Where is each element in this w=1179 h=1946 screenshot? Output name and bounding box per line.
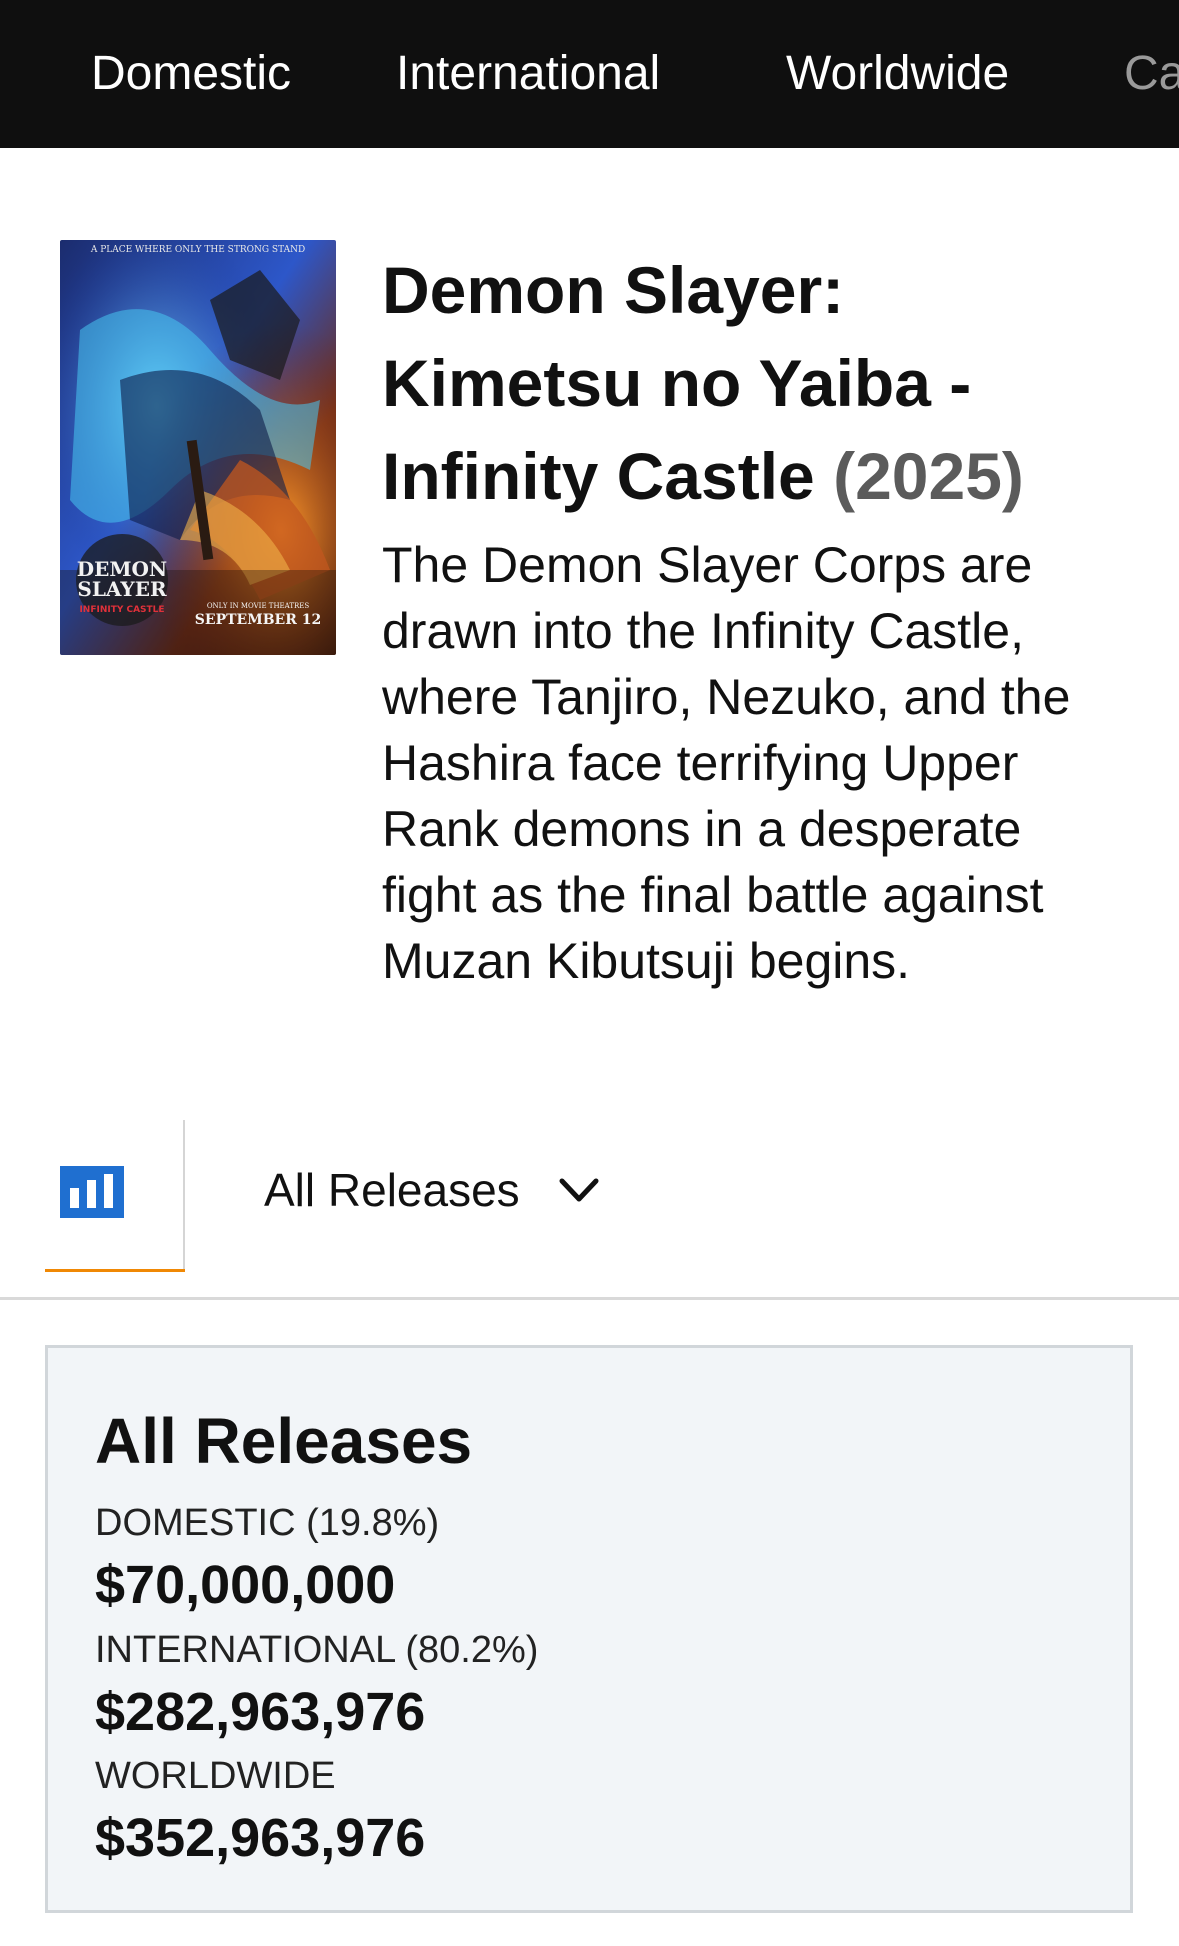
worldwide-label: WORLDWIDE	[95, 1755, 336, 1797]
tab-international[interactable]: International	[396, 46, 660, 101]
chart-view-tab[interactable]	[45, 1120, 185, 1272]
active-tab-underline	[45, 1269, 185, 1272]
chevron-down-icon	[559, 1178, 599, 1202]
poster-release-line1: ONLY IN MOVIE THEATRES	[207, 602, 310, 610]
movie-year: (2025)	[833, 439, 1024, 513]
release-dropdown-label: All Releases	[264, 1164, 520, 1216]
section-divider	[0, 1297, 1179, 1300]
movie-title-block: Demon Slayer: Kimetsu no Yaiba - Infinit…	[382, 244, 1122, 523]
movie-description: The Demon Slayer Corps are drawn into th…	[382, 537, 1071, 989]
worldwide-gross: $352,963,976	[95, 1808, 426, 1868]
release-dropdown[interactable]: All Releases	[264, 1160, 602, 1220]
tab-worldwide[interactable]: Worldwide	[786, 46, 1009, 101]
poster-logo-line2: SLAYER	[77, 577, 167, 601]
release-summary-card: All Releases DOMESTIC (19.8%) $70,000,00…	[45, 1345, 1133, 1913]
tab-calendar-partial[interactable]: Ca	[1124, 46, 1179, 101]
poster-logo-line3: INFINITY CASTLE	[79, 605, 164, 615]
international-label: INTERNATIONAL (80.2%)	[95, 1629, 539, 1671]
bar-chart-icon	[60, 1166, 124, 1218]
top-navigation: Domestic International Worldwide Ca	[0, 0, 1179, 148]
summary-heading: All Releases	[95, 1405, 473, 1477]
domestic-label: DOMESTIC (19.8%)	[95, 1502, 440, 1544]
tab-domestic[interactable]: Domestic	[91, 46, 291, 101]
poster-artwork: A PLACE WHERE ONLY THE STRONG STAND DEMO…	[60, 240, 336, 655]
international-gross: $282,963,976	[95, 1682, 426, 1742]
poster-tagline: A PLACE WHERE ONLY THE STRONG STAND	[90, 245, 305, 255]
domestic-gross: $70,000,000	[95, 1555, 396, 1615]
movie-poster[interactable]: A PLACE WHERE ONLY THE STRONG STAND DEMO…	[60, 240, 336, 655]
poster-release-line2: SEPTEMBER 12	[195, 612, 321, 628]
